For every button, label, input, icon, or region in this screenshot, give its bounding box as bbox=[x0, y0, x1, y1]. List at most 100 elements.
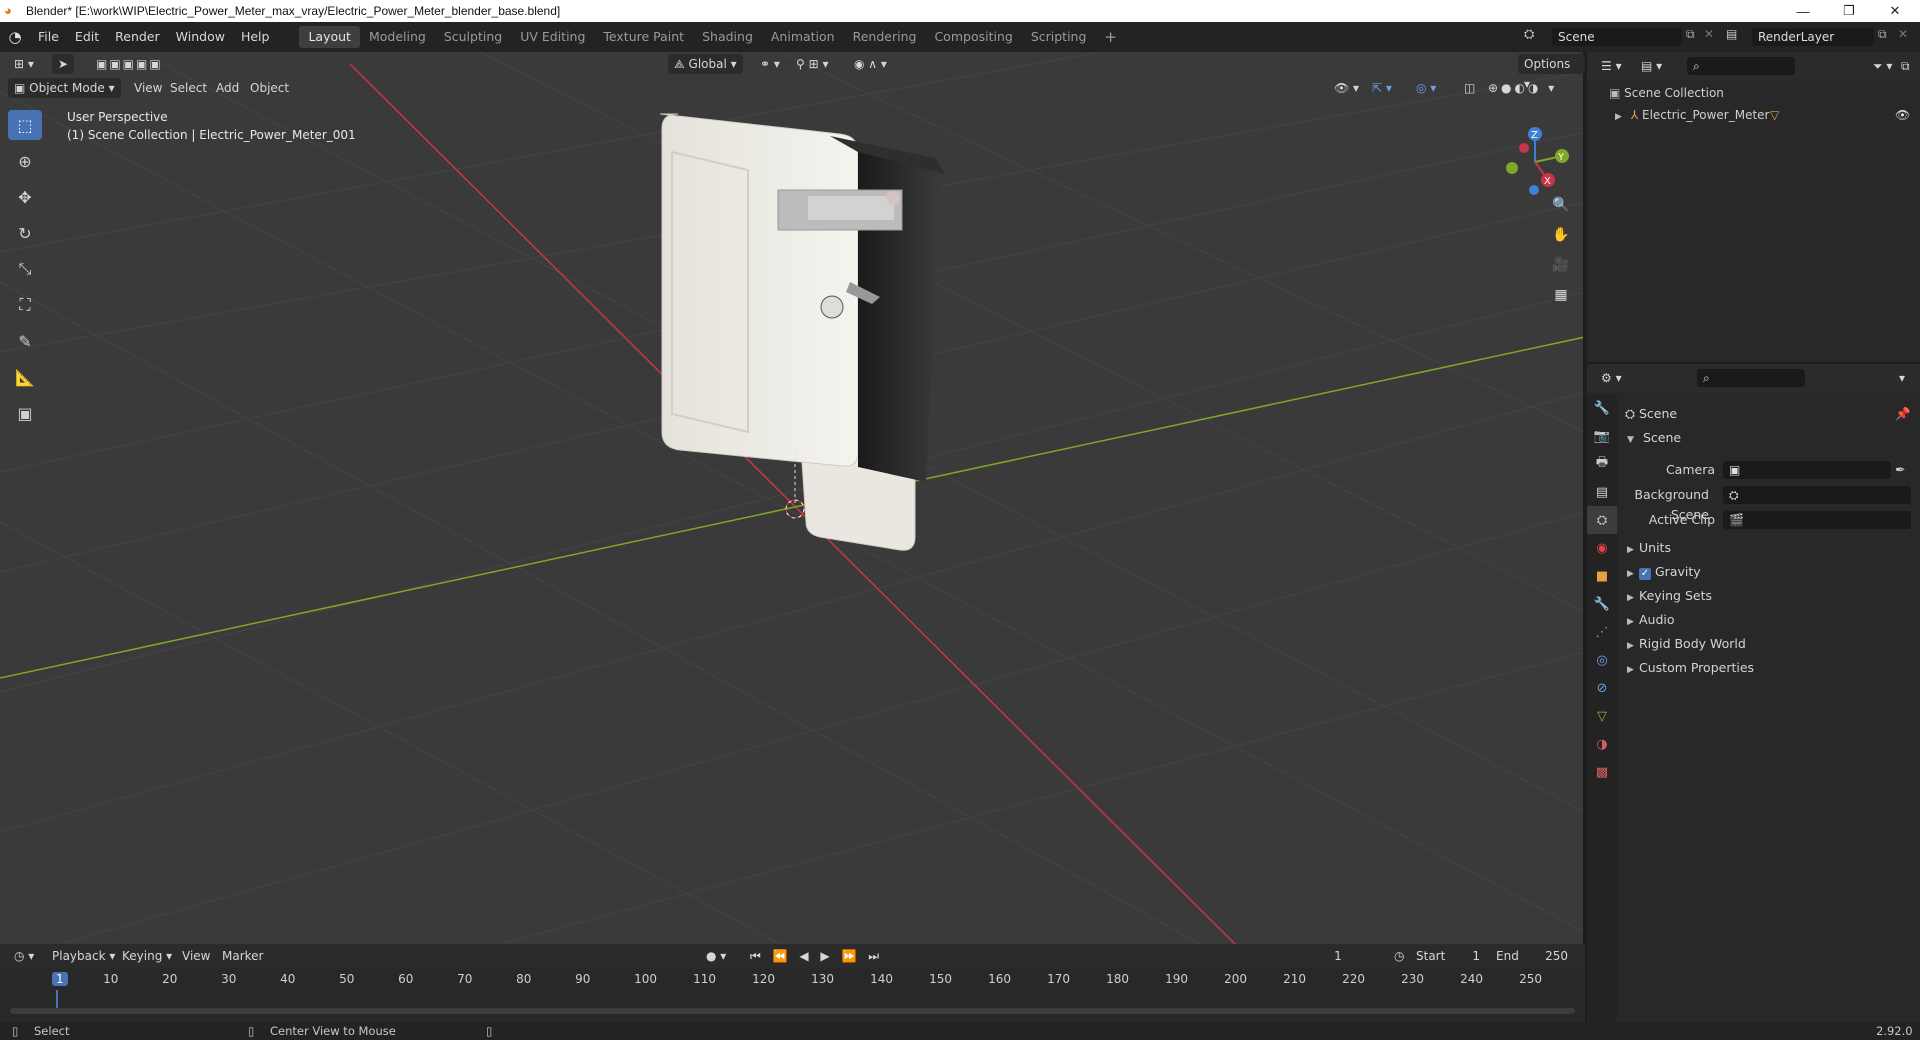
camera-view-icon[interactable]: 🎥 bbox=[1548, 252, 1574, 278]
tab-texture-paint[interactable]: Texture Paint bbox=[594, 26, 693, 48]
tab-layout[interactable]: Layout bbox=[299, 26, 360, 48]
outliner-editor-type-icon[interactable]: ☰ ▾ bbox=[1595, 56, 1628, 76]
new-scene-icon[interactable]: ⧉ bbox=[1686, 27, 1695, 42]
mode-dropdown[interactable]: ▣ Object Mode ▾ bbox=[8, 78, 121, 98]
properties-search-input[interactable]: ⌕ bbox=[1697, 369, 1805, 387]
menu-help[interactable]: Help bbox=[233, 26, 278, 48]
tab-shading[interactable]: Shading bbox=[693, 26, 762, 48]
playback-controls-icons[interactable]: ⏮ ⏪ ◀ ▶ ⏩ ⏭ bbox=[744, 946, 889, 966]
preview-range-icon[interactable]: ◷ bbox=[1388, 946, 1410, 966]
output-tab-icon[interactable]: 🖶 bbox=[1587, 450, 1617, 478]
visibility-icon[interactable]: 👁 ▾ bbox=[1328, 78, 1365, 98]
material-tab-icon[interactable]: ◑ bbox=[1587, 730, 1617, 758]
close-button[interactable]: ✕ bbox=[1872, 0, 1918, 22]
filter-icon[interactable]: ⏷ ▾ bbox=[1867, 56, 1898, 76]
physics-tab-icon[interactable]: ◎ bbox=[1587, 646, 1617, 674]
zoom-icon[interactable]: 🔍 bbox=[1548, 192, 1574, 218]
view-layer-icon[interactable]: ▤ bbox=[1726, 27, 1737, 41]
playhead[interactable] bbox=[56, 990, 58, 1008]
modifier-icon[interactable]: ▽ bbox=[1770, 108, 1779, 122]
keying-sets-panel[interactable]: ▶ Keying Sets bbox=[1627, 584, 1917, 608]
scene-panel-header[interactable]: ▼ Scene bbox=[1627, 426, 1917, 450]
outliner-row-object[interactable]: ▶ ⅄ Electric_Power_Meter ▽ 👁 bbox=[1615, 108, 1915, 122]
navigation-gizmo[interactable]: Z Y X bbox=[1490, 112, 1580, 202]
blender-menu-icon[interactable]: ◔ bbox=[0, 28, 30, 46]
world-tab-icon[interactable]: ◉ bbox=[1587, 534, 1617, 562]
expand-arrow-icon[interactable]: ▶ bbox=[1615, 112, 1627, 122]
add-cube-tool-icon[interactable]: ▣ bbox=[8, 398, 42, 428]
pivot-point-icon[interactable]: ⚭ ▾ bbox=[754, 54, 786, 74]
scale-tool-icon[interactable]: ⤡ bbox=[8, 254, 42, 284]
viewport-menu-select[interactable]: Select bbox=[164, 78, 213, 98]
tab-compositing[interactable]: Compositing bbox=[925, 26, 1021, 48]
tab-scripting[interactable]: Scripting bbox=[1022, 26, 1096, 48]
tab-sculpting[interactable]: Sculpting bbox=[435, 26, 511, 48]
select-tool-mode-icon[interactable]: ➤ bbox=[52, 54, 74, 74]
active-clip-field[interactable]: 🎬 bbox=[1723, 511, 1911, 529]
transform-tool-icon[interactable]: ⛶ bbox=[8, 290, 42, 320]
restore-button[interactable]: ❐ bbox=[1826, 0, 1872, 22]
new-layer-icon[interactable]: ⧉ bbox=[1878, 27, 1887, 42]
tab-rendering[interactable]: Rendering bbox=[844, 26, 926, 48]
units-panel[interactable]: ▶ Units bbox=[1627, 536, 1917, 560]
menu-edit[interactable]: Edit bbox=[67, 26, 107, 48]
eyedropper-icon[interactable]: ✒ bbox=[1895, 460, 1905, 480]
delete-layer-icon[interactable]: ✕ bbox=[1898, 27, 1908, 41]
display-mode-icon[interactable]: ▤ ▾ bbox=[1635, 56, 1668, 76]
camera-field[interactable]: ▣ bbox=[1723, 461, 1891, 479]
pin-icon[interactable]: 📌 bbox=[1895, 404, 1911, 424]
move-tool-icon[interactable]: ✥ bbox=[8, 182, 42, 212]
add-workspace-icon[interactable]: + bbox=[1095, 26, 1126, 48]
custom-properties-panel[interactable]: ▶ Custom Properties bbox=[1627, 656, 1917, 680]
options-dropdown[interactable]: Options ▾ bbox=[1518, 54, 1585, 91]
properties-editor-type-icon[interactable]: ⚙ ▾ bbox=[1595, 368, 1628, 388]
visibility-eye-icon[interactable]: 👁 bbox=[1895, 108, 1910, 122]
scene-field[interactable]: Scene bbox=[1552, 28, 1682, 46]
new-collection-icon[interactable]: ⧉ bbox=[1895, 56, 1916, 76]
timeline-menu-playback[interactable]: Playback ▾ bbox=[46, 946, 121, 966]
render-tab-icon[interactable]: 📷 bbox=[1587, 422, 1617, 450]
gravity-checkbox[interactable]: ✓ bbox=[1639, 568, 1651, 580]
data-tab-icon[interactable]: ▽ bbox=[1587, 702, 1617, 730]
renderlayer-field[interactable]: RenderLayer bbox=[1752, 28, 1874, 46]
texture-tab-icon[interactable]: ▩ bbox=[1587, 758, 1617, 786]
viewport-menu-add[interactable]: Add bbox=[210, 78, 245, 98]
tab-modeling[interactable]: Modeling bbox=[360, 26, 435, 48]
scene-tab-icon[interactable]: ⛭ bbox=[1587, 506, 1617, 534]
cursor-tool-icon[interactable]: ⊕ bbox=[8, 146, 42, 176]
properties-options-icon[interactable]: ▾ bbox=[1893, 368, 1911, 388]
object-tab-icon[interactable]: ■ bbox=[1587, 562, 1617, 590]
start-frame-field[interactable]: Start 1 bbox=[1410, 946, 1486, 966]
audio-panel[interactable]: ▶ Audio bbox=[1627, 608, 1917, 632]
background-scene-field[interactable]: ⛭ bbox=[1723, 486, 1911, 504]
frame-ruler[interactable]: 1 10 20 30 40 50 60 70 80 90 100 110 120 130 140 150 160… bbox=[0, 970, 1585, 990]
gravity-panel[interactable]: ▶ ✓ Gravity bbox=[1627, 560, 1917, 584]
timeline-menu-marker[interactable]: Marker bbox=[216, 946, 269, 966]
editor-type-icon[interactable]: ⊞ ▾ bbox=[8, 54, 40, 74]
modifier-tab-icon[interactable]: 🔧 bbox=[1587, 590, 1617, 618]
annotate-tool-icon[interactable]: ✎ bbox=[8, 326, 42, 356]
gizmo-toggle-icon[interactable]: ⇱ ▾ bbox=[1366, 78, 1398, 98]
measure-tool-icon[interactable]: 📐 bbox=[8, 362, 42, 392]
snap-icon[interactable]: ⚲ ⊞ ▾ bbox=[790, 54, 835, 74]
viewport-menu-object[interactable]: Object bbox=[244, 78, 295, 98]
viewport-menu-view[interactable]: View bbox=[128, 78, 168, 98]
minimize-button[interactable]: — bbox=[1780, 0, 1826, 22]
timeline-editor-type-icon[interactable]: ◷ ▾ bbox=[8, 946, 40, 966]
overlay-toggle-icon[interactable]: ◎ ▾ bbox=[1410, 78, 1442, 98]
tab-uv-editing[interactable]: UV Editing bbox=[511, 26, 594, 48]
constraints-tab-icon[interactable]: ⊘ bbox=[1587, 674, 1617, 702]
timeline-menu-keying[interactable]: Keying ▾ bbox=[116, 946, 178, 966]
delete-scene-icon[interactable]: ✕ bbox=[1704, 27, 1714, 41]
menu-window[interactable]: Window bbox=[168, 26, 233, 48]
shading-mode-icons[interactable]: ⊕●◐◑ ▾ bbox=[1482, 78, 1563, 98]
tab-animation[interactable]: Animation bbox=[762, 26, 844, 48]
transform-orientation-dropdown[interactable]: ⟁ Global ▾ bbox=[668, 54, 743, 74]
tool-tab-icon[interactable]: 🔧 bbox=[1587, 394, 1617, 422]
scene-selector-icon[interactable]: ⛭ bbox=[1524, 27, 1534, 42]
current-frame-field[interactable]: 1 bbox=[1308, 946, 1368, 966]
proportional-edit-icon[interactable]: ◉ ∧ ▾ bbox=[848, 54, 893, 74]
selection-mode-icons[interactable]: ▣▣▣▣▣ bbox=[90, 54, 169, 74]
xray-icon[interactable]: ◫ bbox=[1458, 78, 1481, 98]
menu-file[interactable]: File bbox=[30, 26, 67, 48]
